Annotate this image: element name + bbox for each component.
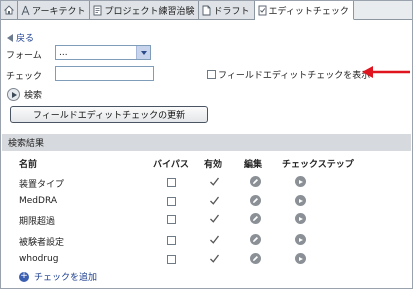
add-check-link[interactable]: + チェックを追加 [19,270,97,283]
tab-architect[interactable]: アーキテクト [18,1,91,19]
column-header-check-steps: チェックステップ [282,160,354,170]
search-results-header: 検索結果 [2,134,411,151]
check-steps-icon[interactable] [295,234,306,245]
check-steps-icon[interactable] [295,213,306,224]
check-input[interactable] [55,66,154,81]
edit-icon[interactable] [250,213,261,224]
row-name: whodrug [19,254,59,264]
bypass-checkbox[interactable] [167,255,176,264]
check-label: チェック [6,72,43,82]
bypass-checkbox[interactable] [167,215,176,224]
column-header-bypass: バイパス [153,160,189,170]
tab-label: エディットチェック [268,6,349,17]
editcheck-icon [258,5,267,16]
row-name: 被験者設定 [19,238,65,248]
checkmark-icon [210,177,220,186]
play-icon [7,88,20,101]
checkmark-icon [210,235,220,244]
row-name: MedDRA [19,196,57,206]
tab-home[interactable] [1,1,18,19]
column-header-name: 名前 [19,160,38,170]
edit-icon[interactable] [250,195,261,206]
bypass-checkbox[interactable] [167,236,176,245]
annotation-arrow-icon [362,66,410,78]
home-icon [4,5,14,15]
tab-project[interactable]: プロジェクト練習治験 [90,1,200,19]
show-field-edit-checks-option[interactable]: フィールドエディットチェックを表示 [207,68,370,81]
form-select[interactable]: ... [55,45,151,60]
draft-icon [202,5,211,16]
edit-icon[interactable] [250,176,261,187]
checkmark-icon [210,196,220,205]
back-arrow-icon [7,33,13,42]
check-steps-icon[interactable] [295,195,306,206]
chevron-down-icon[interactable] [136,46,150,59]
architect-icon [21,5,30,16]
edit-icon[interactable] [250,234,261,245]
project-icon [93,5,102,16]
plus-icon: + [19,271,29,282]
back-link-label: 戻る [16,34,35,44]
edit-icon[interactable] [250,253,261,264]
table-row: whodrug [0,250,413,270]
tab-bar-filler [353,1,412,19]
tab-editcheck[interactable]: エディットチェック [254,1,354,20]
table-row: 被験者設定 [0,231,413,251]
tab-bar: アーキテクト プロジェクト練習治験 ドラフト エディットチェック [1,1,412,20]
update-field-edit-checks-button[interactable]: フィールドエディットチェックの更新 [10,106,208,123]
search-results-title: 検索結果 [8,139,45,149]
row-name: 期限超過 [19,217,56,227]
table-row: 装置タイプ [0,173,413,193]
column-header-active: 有効 [204,160,223,170]
check-steps-icon[interactable] [295,176,306,187]
bypass-checkbox[interactable] [167,178,176,187]
search-button[interactable]: 検索 [7,88,42,101]
back-link[interactable]: 戻る [7,31,34,44]
checkmark-icon [210,254,220,263]
form-select-value: ... [59,47,68,58]
show-field-edit-checks-checkbox[interactable] [207,70,216,79]
table-row: 期限超過 [0,210,413,230]
tab-label: プロジェクト練習治験 [104,6,195,17]
tab-label: アーキテクト [32,6,86,17]
checkmark-icon [210,214,220,223]
tab-draft[interactable]: ドラフト [199,1,255,19]
tab-label: ドラフト [213,6,250,17]
form-label: フォーム [6,51,42,61]
bypass-checkbox[interactable] [167,197,176,206]
show-field-edit-checks-label: フィールドエディットチェックを表示 [218,71,371,81]
search-label: 検索 [24,91,43,101]
table-row: MedDRA [0,192,413,212]
add-check-label: チェックを追加 [34,273,98,283]
check-steps-icon[interactable] [295,253,306,264]
column-header-edit: 編集 [244,160,263,170]
row-name: 装置タイプ [19,180,65,190]
